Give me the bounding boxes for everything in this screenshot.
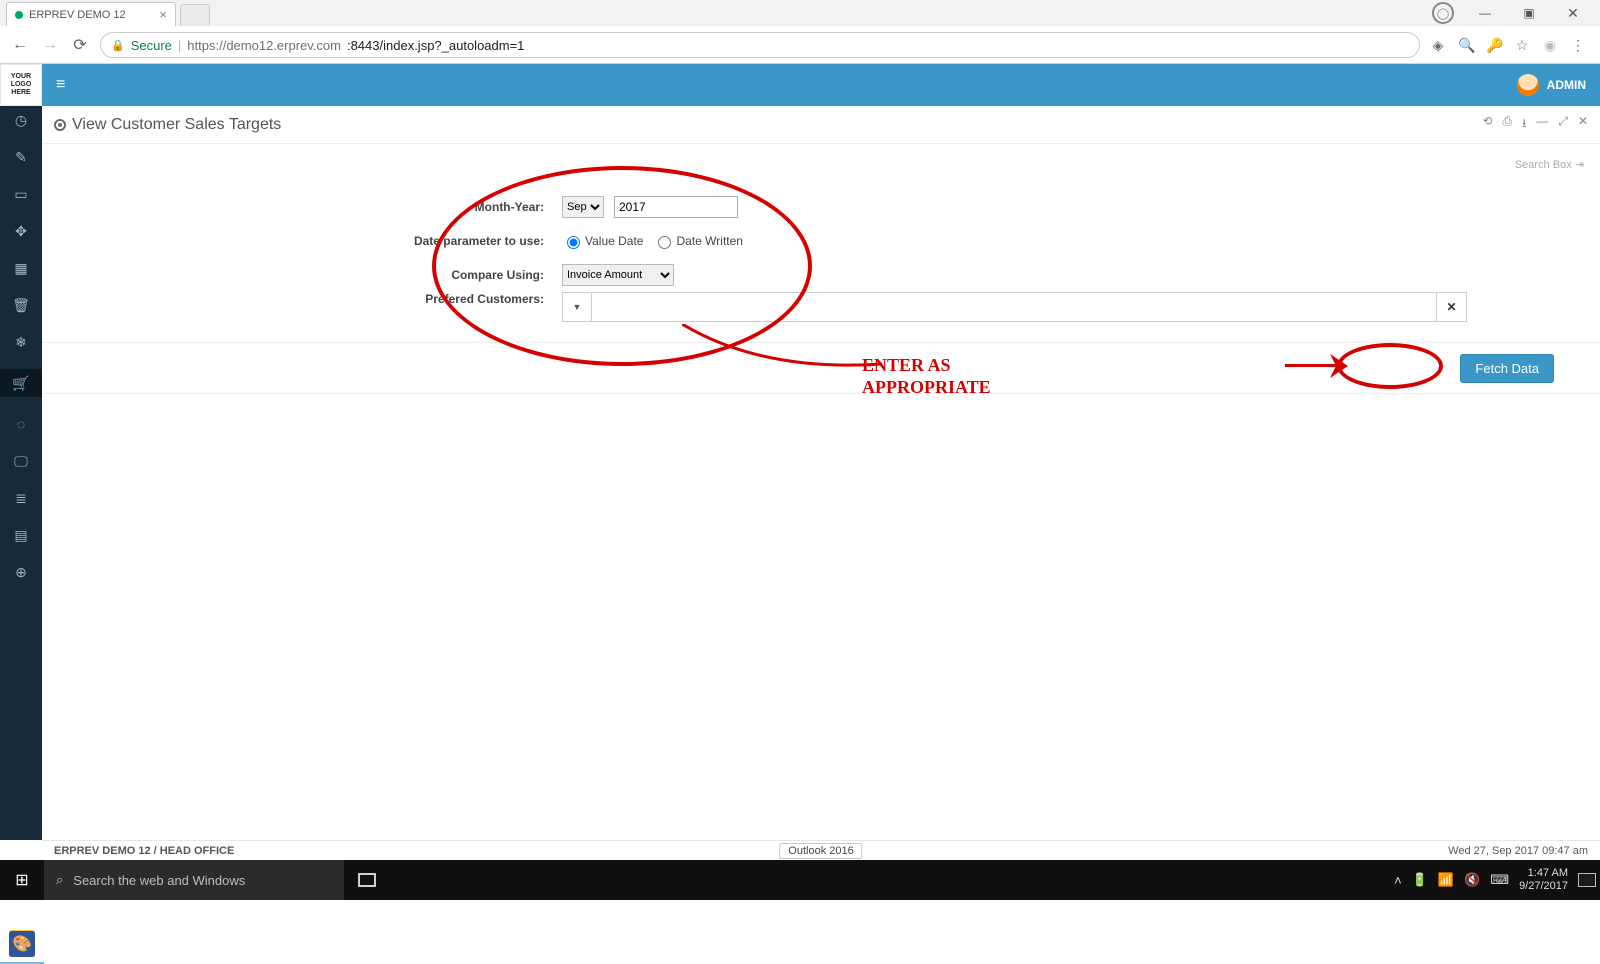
tray-battery-icon[interactable]: 🔋 bbox=[1412, 872, 1428, 888]
user-label: ADMIN bbox=[1547, 78, 1586, 92]
menu-dots-icon[interactable]: ⋮ bbox=[1570, 37, 1586, 54]
db-icon[interactable]: ≣ bbox=[8, 488, 34, 508]
tray-keyboard-icon[interactable]: ⌨ bbox=[1490, 872, 1509, 888]
page-title: View Customer Sales Targets bbox=[72, 116, 281, 134]
month-year-label: Month-Year: bbox=[92, 200, 562, 214]
refresh-icon[interactable]: ⟲ bbox=[1482, 114, 1492, 135]
taskbar-search-input[interactable]: ⌕Search the web and Windows bbox=[44, 860, 344, 900]
globe-icon[interactable]: ⊕ bbox=[8, 562, 34, 582]
window-maximize-icon[interactable]: ▣ bbox=[1516, 6, 1542, 20]
start-button[interactable]: ⊞ bbox=[0, 860, 44, 900]
download-icon[interactable]: ⭳ bbox=[1522, 114, 1526, 135]
trash-icon[interactable]: 🗑 bbox=[8, 295, 34, 315]
tray-clock[interactable]: 1:47 AM 9/27/2017 bbox=[1519, 867, 1568, 893]
radio-value-date-input[interactable] bbox=[567, 236, 580, 249]
lock-icon: 🔒 bbox=[111, 39, 125, 52]
link-icon[interactable]: ✥ bbox=[8, 221, 34, 241]
fetch-data-button[interactable]: Fetch Data bbox=[1460, 354, 1554, 383]
radio-value-date[interactable]: Value Date bbox=[562, 233, 643, 249]
monitor-icon[interactable]: 🖵 bbox=[8, 451, 34, 471]
print-icon[interactable]: ⎙ bbox=[1503, 114, 1513, 135]
expand-panel-icon[interactable]: ⤢ bbox=[1558, 114, 1568, 135]
avatar bbox=[1517, 74, 1539, 96]
key-icon[interactable]: 🔑 bbox=[1486, 37, 1502, 54]
footer-left: ERPREV DEMO 12 / HEAD OFFICE bbox=[54, 845, 234, 857]
secure-label: Secure bbox=[131, 38, 172, 53]
radio-date-written-input[interactable] bbox=[658, 236, 671, 249]
app-logo: YOUR LOGO HERE bbox=[0, 64, 42, 106]
tray-volume-icon[interactable]: 🔇 bbox=[1464, 872, 1480, 888]
customers-dropdown-toggle[interactable]: ▼ bbox=[562, 292, 592, 322]
compare-label: Compare Using: bbox=[92, 268, 562, 282]
gauge-icon[interactable]: ◷ bbox=[8, 110, 34, 130]
tag-icon[interactable]: ✎ bbox=[8, 147, 34, 167]
nav-back-icon[interactable]: ← bbox=[10, 36, 30, 54]
url-path: :8443/index.jsp?_autoloadm=1 bbox=[347, 38, 524, 53]
sidebar-toggle-icon[interactable]: ≡ bbox=[56, 76, 65, 94]
footer-datetime: Wed 27, Sep 2017 09:47 am bbox=[1448, 845, 1588, 857]
window-close-icon[interactable]: ✕ bbox=[1560, 5, 1586, 22]
snow-icon[interactable]: ❄ bbox=[8, 332, 34, 352]
task-view-icon[interactable] bbox=[344, 860, 390, 900]
nav-forward-icon[interactable]: → bbox=[40, 36, 60, 54]
url-host: https://demo12.erprev.com bbox=[187, 38, 341, 53]
page-bullet-icon bbox=[54, 119, 66, 131]
tray-wifi-icon[interactable]: 📶 bbox=[1438, 872, 1454, 888]
star-icon[interactable]: ☆ bbox=[1514, 37, 1530, 54]
customers-label: Prefered Customers: bbox=[92, 292, 562, 322]
cart-icon[interactable]: 🛒 bbox=[0, 369, 42, 397]
user-menu[interactable]: ADMIN bbox=[1517, 74, 1586, 96]
customers-clear-icon[interactable]: ✕ bbox=[1437, 292, 1467, 322]
location-icon[interactable]: ◈ bbox=[1430, 37, 1446, 54]
year-input[interactable] bbox=[614, 196, 738, 218]
nav-reload-icon[interactable]: ⟳ bbox=[70, 35, 90, 55]
taskbar-paint-icon[interactable]: 🎨 bbox=[0, 924, 44, 964]
tray-notifications-icon[interactable] bbox=[1578, 873, 1596, 887]
disc-icon[interactable]: ◌ bbox=[8, 414, 34, 434]
compare-select[interactable]: Invoice Amount bbox=[562, 264, 674, 286]
extension-icon[interactable]: ◉ bbox=[1542, 37, 1558, 54]
date-param-label: Date parameter to use: bbox=[92, 234, 562, 248]
book-icon[interactable]: ▤ bbox=[8, 525, 34, 545]
radio-date-written[interactable]: Date Written bbox=[653, 233, 742, 249]
taskbar: ⊞ ⌕Search the web and Windows e 🛍 🦊 ✦ 📁 … bbox=[0, 860, 1600, 900]
tab-title: ERPREV DEMO 12 bbox=[29, 9, 126, 21]
logo-text: YOUR LOGO HERE bbox=[1, 73, 41, 97]
new-tab-button[interactable] bbox=[180, 4, 210, 26]
browser-tab[interactable]: ERPREV DEMO 12 × bbox=[6, 2, 176, 26]
address-bar[interactable]: 🔒 Secure | https://demo12.erprev.com:844… bbox=[100, 32, 1420, 58]
tray-chevron-icon[interactable]: ˄ bbox=[1394, 873, 1402, 888]
tab-close-icon[interactable]: × bbox=[159, 7, 167, 22]
customers-field[interactable] bbox=[592, 292, 1437, 322]
minimize-panel-icon[interactable]: — bbox=[1536, 114, 1548, 135]
profile-icon[interactable]: ◯ bbox=[1432, 2, 1454, 24]
close-panel-icon[interactable]: ✕ bbox=[1578, 114, 1588, 135]
window-minimize-icon[interactable]: — bbox=[1472, 6, 1498, 20]
topbar: ≡ ADMIN bbox=[42, 64, 1600, 106]
searchbox-toggle[interactable]: Search Box ⇥ bbox=[1515, 158, 1584, 171]
footer-tooltip: Outlook 2016 bbox=[779, 843, 862, 859]
month-select[interactable]: Sep bbox=[562, 196, 604, 218]
zoom-icon[interactable]: 🔍 bbox=[1458, 37, 1474, 54]
cash-icon[interactable]: ▭ bbox=[8, 184, 34, 204]
sidebar: ◷ ✎ ▭ ✥ ▦ 🗑 ❄ 🛒 ◌ 🖵 ≣ ▤ ⊕ bbox=[0, 64, 42, 840]
box-icon[interactable]: ▦ bbox=[8, 258, 34, 278]
tab-favicon bbox=[15, 11, 23, 19]
